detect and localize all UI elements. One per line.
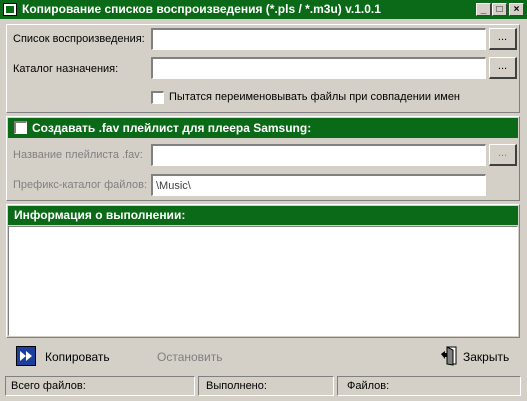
fast-forward-icon[interactable] — [16, 346, 36, 366]
fav-name-input[interactable] — [151, 144, 486, 166]
playlist-browse-button[interactable]: ... — [489, 28, 517, 50]
status-files-cell: Файлов: — [337, 376, 521, 396]
dest-label: Каталог назначения: — [13, 63, 119, 75]
info-log-area[interactable] — [8, 226, 518, 336]
dest-browse-button[interactable]: ... — [489, 57, 517, 79]
close-window-button[interactable]: × — [509, 3, 524, 16]
status-total-label: Всего файлов: — [11, 380, 86, 392]
rename-checkbox[interactable] — [151, 91, 164, 104]
rename-checkbox-label: Пытатся переименовывать файлы при совпад… — [169, 91, 461, 103]
fav-browse-button[interactable]: ... — [489, 144, 517, 166]
fav-header-label: Создавать .fav плейлист для плеера Samsu… — [32, 121, 312, 135]
fav-enable-checkbox[interactable] — [14, 121, 27, 134]
status-done-cell: Выполнено: — [198, 376, 334, 396]
stop-button[interactable]: Остановить — [157, 350, 223, 364]
playlist-label: Список воспроизведения: — [13, 33, 145, 45]
status-total-cell: Всего файлов: — [5, 376, 195, 396]
fav-header: Создавать .fav плейлист для плеера Samsu… — [8, 118, 518, 138]
window-title: Копирование списков воспроизведения (*.p… — [22, 2, 381, 16]
close-button[interactable]: Закрыть — [463, 350, 509, 364]
maximize-button[interactable]: □ — [492, 3, 507, 16]
prefix-folder-input[interactable] — [151, 174, 486, 196]
app-window-icon — [3, 3, 17, 16]
title-bar: Копирование списков воспроизведения (*.p… — [0, 0, 527, 19]
info-header: Информация о выполнении: — [8, 206, 518, 225]
prefix-label: Префикс-каталог файлов: — [13, 179, 147, 191]
copy-button[interactable]: Копировать — [45, 350, 110, 364]
dest-folder-input[interactable] — [151, 57, 486, 79]
status-done-label: Выполнено: — [206, 380, 267, 392]
status-files-label: Файлов: — [347, 380, 390, 392]
door-exit-icon[interactable] — [440, 346, 458, 366]
minimize-button[interactable]: _ — [476, 3, 491, 16]
playlist-path-input[interactable] — [151, 28, 486, 50]
fav-name-label: Название плейлиста .fav: — [13, 149, 143, 161]
